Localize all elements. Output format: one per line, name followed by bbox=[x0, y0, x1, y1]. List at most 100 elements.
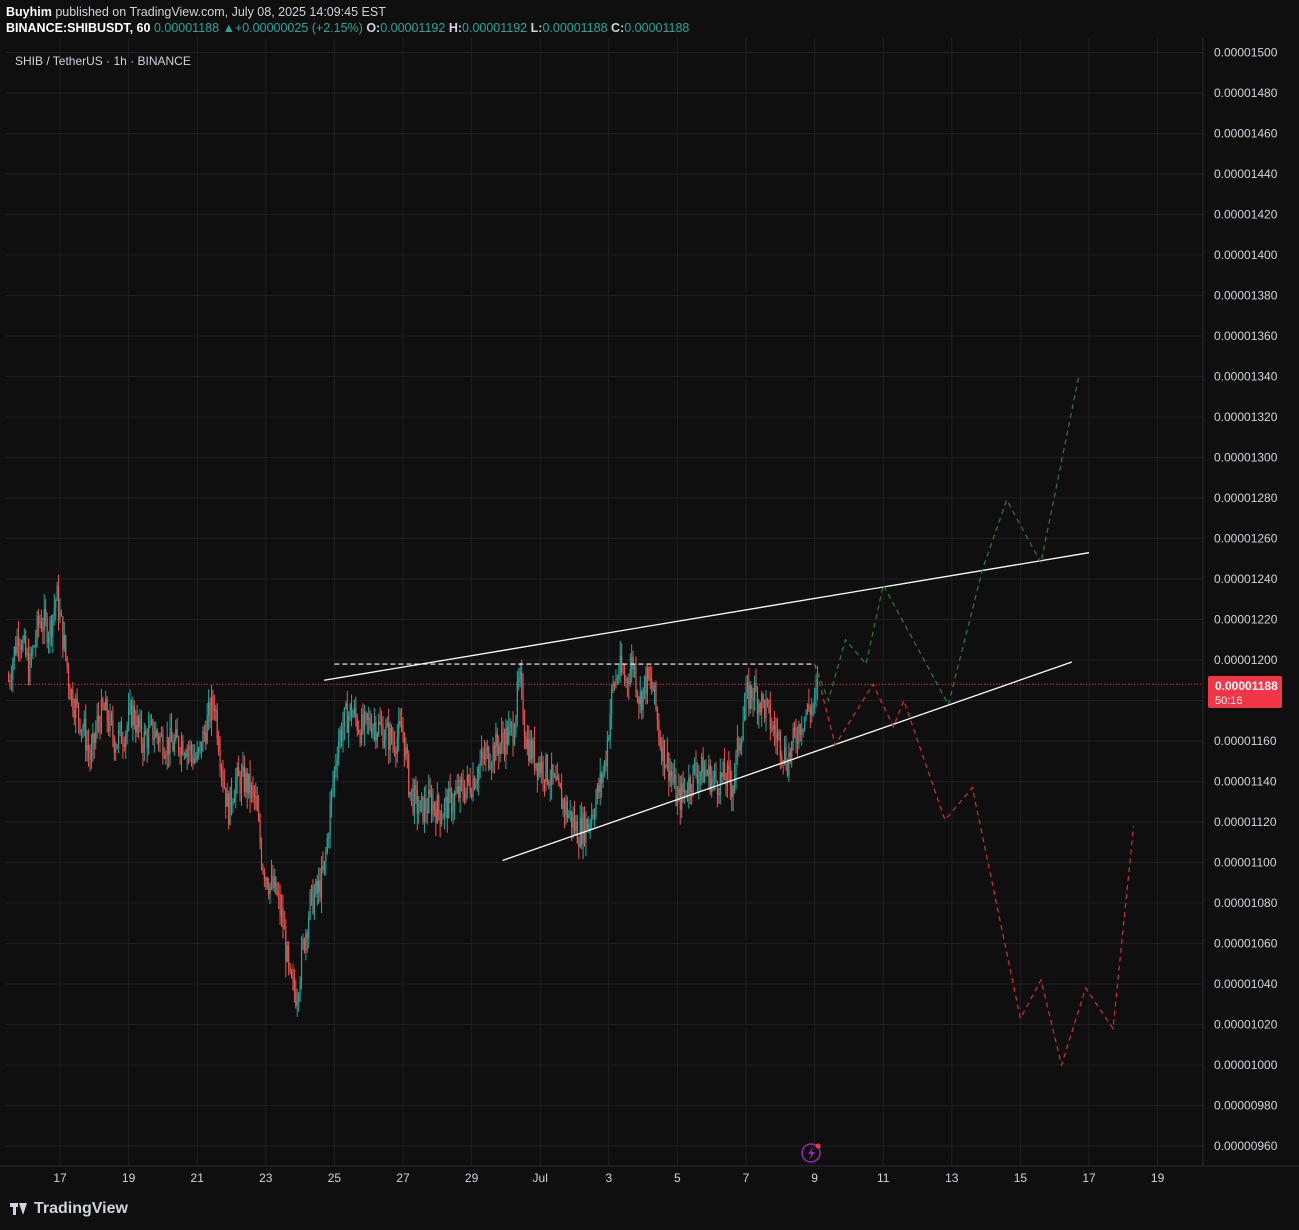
candle-body bbox=[706, 772, 709, 776]
candle-body bbox=[105, 699, 107, 711]
price-axis[interactable]: 0.00001500 0.00001480 0.00001460 0.00001440… bbox=[1214, 46, 1278, 1154]
candle-body bbox=[765, 700, 767, 719]
candle-body bbox=[245, 773, 247, 793]
candle-body bbox=[199, 741, 201, 749]
time-tick-label: 11 bbox=[877, 1171, 890, 1185]
candle-body bbox=[285, 929, 287, 962]
candle-body bbox=[300, 945, 303, 982]
time-tick-label: 19 bbox=[1151, 1171, 1165, 1185]
candle-body bbox=[235, 779, 237, 798]
candle-body bbox=[483, 755, 486, 760]
candle-body bbox=[603, 761, 606, 772]
candle-body bbox=[109, 713, 111, 732]
candle-body bbox=[491, 764, 493, 768]
candle-body bbox=[396, 737, 398, 754]
candle-body bbox=[248, 773, 250, 794]
candle-body bbox=[173, 740, 175, 752]
candle-body bbox=[552, 764, 554, 777]
candle-body bbox=[19, 645, 21, 647]
candle-body bbox=[259, 820, 261, 844]
candle-body bbox=[812, 704, 814, 708]
candle-body bbox=[459, 779, 461, 798]
candle-body bbox=[228, 793, 230, 825]
candle-body bbox=[756, 690, 759, 714]
time-axis[interactable]: 17 19 21 23 25 27 29 Jul 3 5 7 9 11 13 15 17 19 bbox=[53, 1171, 1164, 1185]
candle-body bbox=[735, 752, 737, 775]
time-tick-label: 17 bbox=[53, 1171, 67, 1185]
candle-body bbox=[59, 612, 61, 620]
price-tick-label: 0.00001060 bbox=[1214, 937, 1278, 951]
candle-body bbox=[761, 694, 763, 713]
candle-body bbox=[773, 725, 776, 733]
candle-body bbox=[696, 774, 699, 784]
candle-body bbox=[186, 749, 188, 757]
candle-body bbox=[808, 704, 810, 710]
candle-body bbox=[362, 715, 364, 731]
tradingview-brand: TradingView bbox=[34, 1200, 128, 1217]
candle-body bbox=[672, 776, 674, 783]
price-tick-label: 0.00001040 bbox=[1214, 977, 1278, 991]
candle-body bbox=[246, 773, 248, 794]
candle-body bbox=[536, 763, 538, 777]
candle-body bbox=[116, 744, 118, 749]
candle-body bbox=[216, 710, 218, 740]
candle-body bbox=[445, 796, 447, 803]
candle-body bbox=[73, 710, 75, 719]
candle-body bbox=[423, 798, 426, 822]
candle-body bbox=[403, 732, 406, 758]
candle-body bbox=[689, 777, 691, 792]
candle-body bbox=[52, 615, 54, 637]
candle-body bbox=[113, 737, 115, 753]
candle-body bbox=[40, 621, 43, 630]
chart-title: SHIB / TetherUS · 1h · BINANCE bbox=[15, 54, 191, 68]
candle-body bbox=[378, 722, 380, 734]
candle-body bbox=[380, 723, 383, 726]
candle-body bbox=[703, 770, 706, 783]
candle-body bbox=[628, 683, 630, 685]
candle-body bbox=[290, 970, 293, 977]
candle-body bbox=[430, 794, 433, 815]
candle-body bbox=[366, 713, 368, 720]
candle-body bbox=[192, 753, 194, 763]
candle-body bbox=[809, 709, 811, 716]
candle-body bbox=[766, 700, 769, 702]
candle-body bbox=[346, 703, 348, 733]
drawings[interactable] bbox=[324, 376, 1135, 1068]
candle-body bbox=[518, 678, 520, 682]
candle-body bbox=[591, 814, 593, 824]
candle-body bbox=[673, 774, 676, 783]
candle-body bbox=[791, 742, 793, 757]
candle-body bbox=[49, 620, 51, 638]
candle-body bbox=[429, 789, 431, 795]
tradingview-logo[interactable]: TradingView bbox=[10, 1200, 128, 1218]
candle-body bbox=[413, 785, 416, 813]
candle-body bbox=[163, 757, 165, 759]
candle-body bbox=[799, 724, 801, 735]
candle-body bbox=[152, 719, 154, 740]
candle-body bbox=[370, 727, 373, 735]
candle-body bbox=[188, 749, 190, 751]
candle-body bbox=[252, 785, 254, 791]
candle-body bbox=[468, 775, 470, 782]
price-chart[interactable]: 0.00001500 0.00001480 0.00001460 0.00001440… bbox=[0, 0, 1299, 1195]
candle-body bbox=[466, 775, 468, 788]
candle-body bbox=[130, 702, 133, 726]
candle-body bbox=[435, 810, 437, 823]
candle-body bbox=[96, 716, 98, 731]
candle-body bbox=[27, 653, 30, 682]
candle-body bbox=[443, 802, 446, 817]
candle-body bbox=[629, 669, 631, 685]
candle-body bbox=[556, 776, 558, 781]
candle-body bbox=[612, 683, 614, 688]
candle-body bbox=[348, 715, 350, 733]
candle-body bbox=[150, 719, 153, 722]
candle-body bbox=[801, 729, 803, 735]
candle-body bbox=[792, 727, 794, 743]
candle-body bbox=[648, 667, 650, 680]
candle-body bbox=[32, 646, 34, 656]
tradingview-logo-icon bbox=[10, 1203, 28, 1215]
candle-body bbox=[581, 818, 583, 844]
candle-body bbox=[732, 786, 734, 798]
candle-body bbox=[149, 721, 151, 727]
candle-body bbox=[759, 703, 761, 713]
